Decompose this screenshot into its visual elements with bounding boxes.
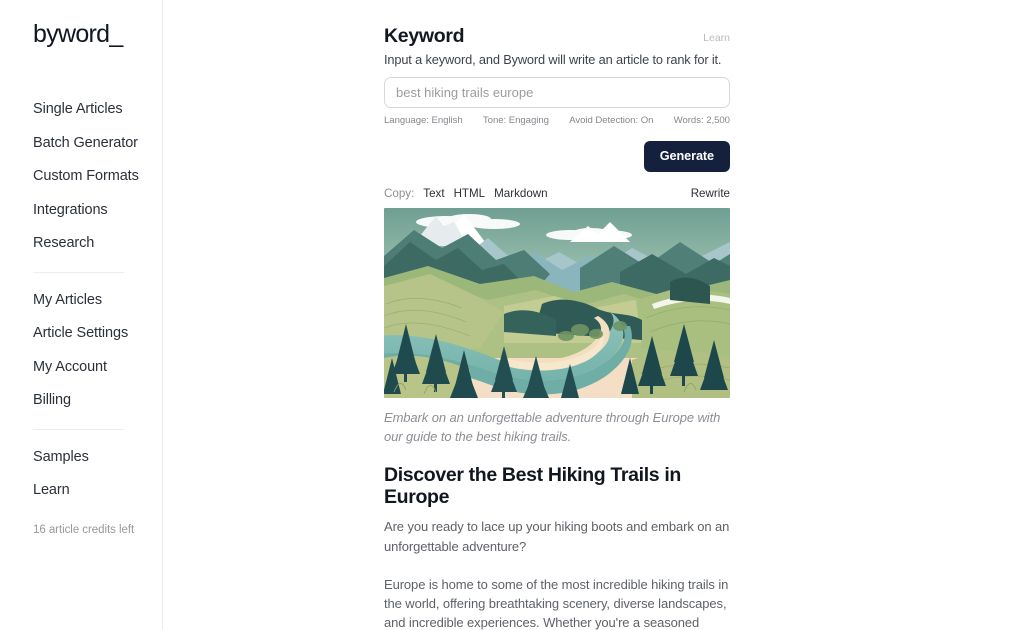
sidebar-item-batch-generator[interactable]: Batch Generator [33, 135, 162, 151]
sidebar-item-single-articles[interactable]: Single Articles [33, 102, 162, 117]
copy-toolbar: Copy: Text HTML Markdown Rewrite [384, 187, 730, 200]
sidebar-item-research[interactable]: Research [33, 236, 162, 251]
setting-language[interactable]: Language: English [384, 115, 463, 126]
article-paragraph-2: Europe is home to some of the most incre… [384, 576, 729, 630]
image-caption: Embark on an unforgettable adventure thr… [384, 410, 721, 445]
copy-as-html-button[interactable]: HTML [454, 187, 486, 200]
app-root: byword_ Single Articles Batch Generator … [0, 0, 1024, 630]
sidebar-item-samples[interactable]: Samples [33, 449, 162, 465]
sidebar-nav-account: My Articles Article Settings My Account … [33, 292, 162, 408]
setting-tone[interactable]: Tone: Engaging [483, 115, 549, 126]
learn-link[interactable]: Learn [703, 32, 730, 44]
keyword-panel: Keyword Learn Input a keyword, and Bywor… [384, 0, 730, 630]
keyword-header: Keyword Learn [384, 25, 730, 47]
copy-as-markdown-button[interactable]: Markdown [494, 187, 547, 200]
keyword-subtitle: Input a keyword, and Byword will write a… [384, 52, 722, 68]
sidebar-item-learn[interactable]: Learn [33, 483, 162, 498]
sidebar-divider-1 [33, 271, 124, 273]
sidebar-divider-2 [33, 428, 124, 430]
sidebar-nav-primary: Single Articles Batch Generator Custom F… [33, 102, 162, 251]
setting-words[interactable]: Words: 2,500 [674, 115, 730, 126]
sidebar-item-custom-formats[interactable]: Custom Formats [33, 169, 162, 184]
sidebar-item-my-articles[interactable]: My Articles [33, 292, 162, 308]
article-paragraph-1: Are you ready to lace up your hiking boo… [384, 519, 730, 554]
article-heading: Discover the Best Hiking Trails in Europ… [384, 463, 681, 509]
generate-row: Generate [384, 141, 730, 173]
copy-label: Copy: [384, 187, 415, 201]
sidebar-item-article-settings[interactable]: Article Settings [33, 326, 162, 341]
rewrite-button[interactable]: Rewrite [691, 187, 730, 200]
copy-as-text-button[interactable]: Text [423, 187, 444, 200]
sidebar-item-billing[interactable]: Billing [33, 393, 162, 408]
sidebar-item-integrations[interactable]: Integrations [33, 202, 162, 218]
article-body: Embark on an unforgettable adventure thr… [384, 409, 730, 630]
sidebar: byword_ Single Articles Batch Generator … [0, 0, 163, 630]
sidebar-nav-resources: Samples Learn [33, 449, 162, 498]
generate-button[interactable]: Generate [643, 141, 730, 173]
keyword-settings-row: Language: English Tone: Engaging Avoid D… [384, 115, 730, 126]
article-credits-label: 16 article credits left [33, 523, 135, 536]
page-title: Keyword [384, 25, 465, 47]
sidebar-item-my-account[interactable]: My Account [33, 359, 162, 375]
keyword-input[interactable] [384, 77, 730, 109]
setting-avoid-detection[interactable]: Avoid Detection: On [569, 115, 653, 126]
article-hero-illustration [384, 208, 730, 399]
byword-logo[interactable]: byword_ [33, 22, 162, 47]
copy-options-group: Copy: Text HTML Markdown [384, 187, 548, 200]
main-content: Keyword Learn Input a keyword, and Bywor… [163, 0, 1024, 630]
